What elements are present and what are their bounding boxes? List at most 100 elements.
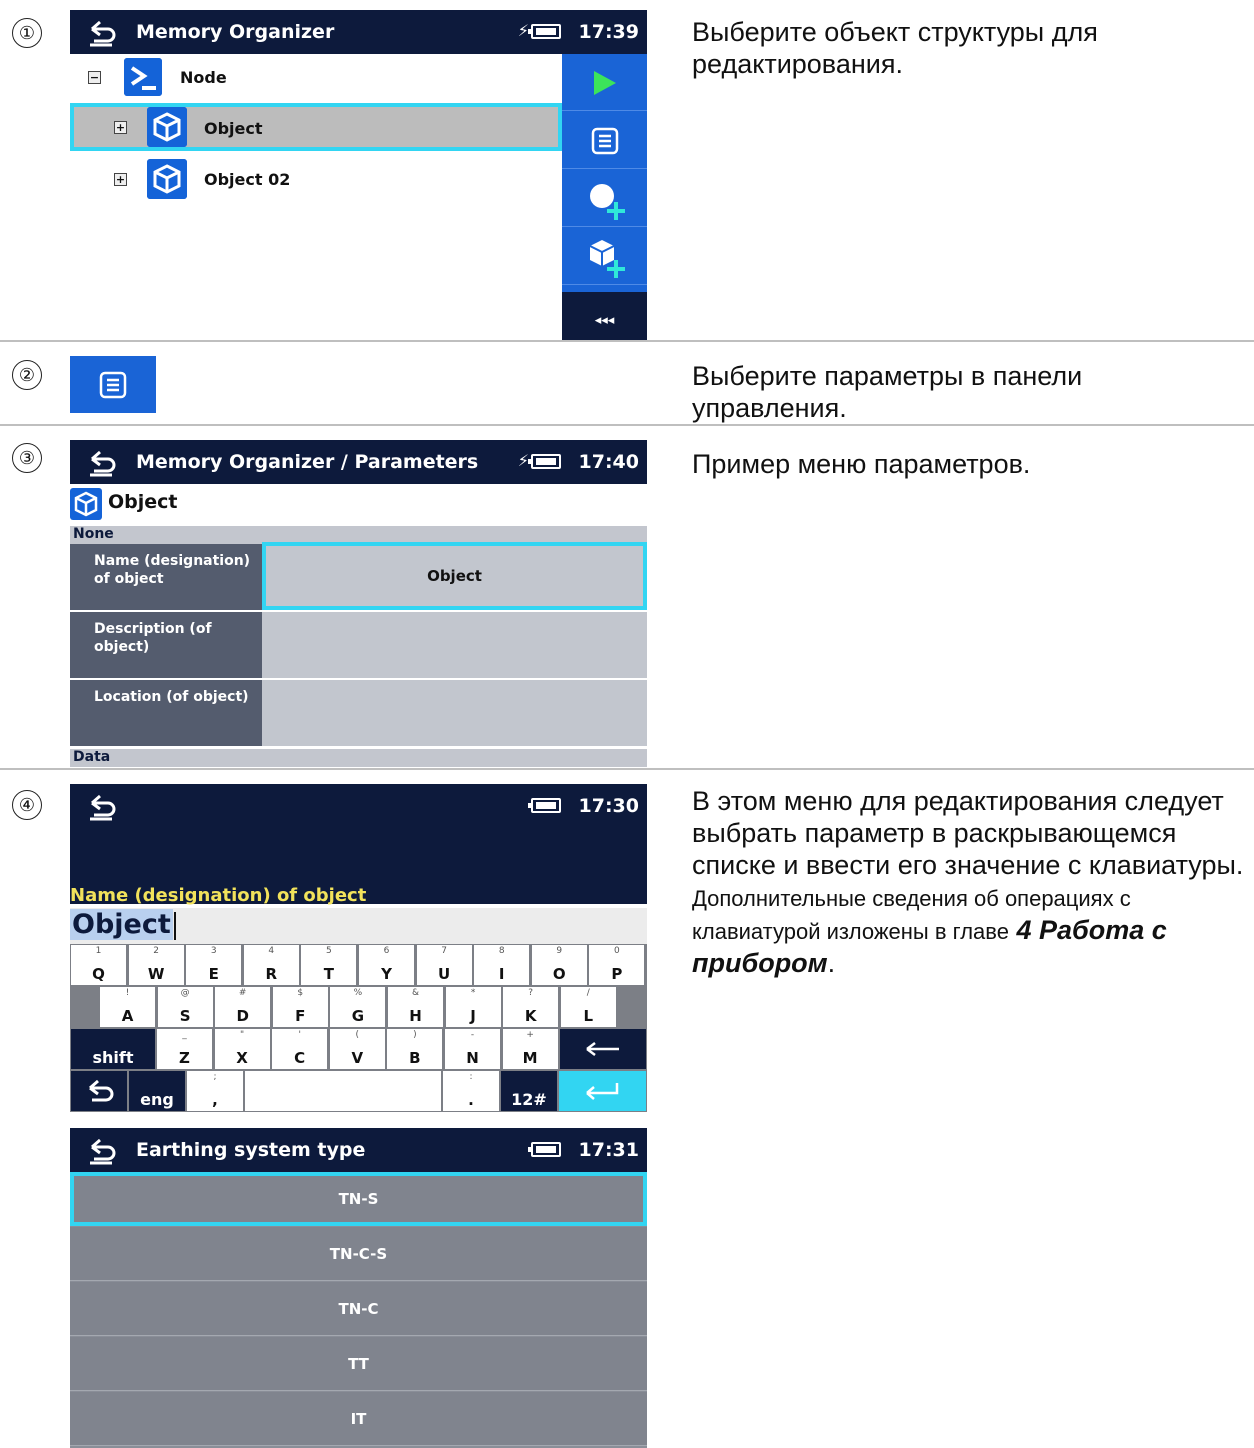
- key-e[interactable]: 3E: [186, 945, 242, 985]
- space-key[interactable]: [245, 1071, 441, 1111]
- language-key[interactable]: eng: [129, 1071, 185, 1111]
- tree-object[interactable]: + Object 02: [70, 155, 562, 203]
- clock: 17:40: [578, 451, 639, 473]
- expand-icon[interactable]: +: [114, 121, 127, 134]
- back-icon[interactable]: [84, 1133, 118, 1167]
- expand-icon[interactable]: +: [114, 173, 127, 186]
- tree-node[interactable]: − Node: [70, 54, 562, 102]
- key-o[interactable]: 9O: [531, 945, 587, 985]
- key-u[interactable]: 7U: [416, 945, 472, 985]
- key-d[interactable]: # D: [215, 987, 271, 1027]
- start-button[interactable]: [562, 54, 647, 111]
- enter-key[interactable]: [559, 1071, 646, 1111]
- step-description: В этом меню для редактирования следует в…: [692, 786, 1244, 978]
- clock: 17:31: [578, 1139, 639, 1161]
- step-description: Пример меню параметров.: [692, 449, 1031, 479]
- option[interactable]: TT: [70, 1337, 647, 1391]
- back-icon[interactable]: [84, 445, 118, 479]
- key-v[interactable]: (V: [329, 1029, 385, 1069]
- back-icon[interactable]: [84, 15, 118, 49]
- backspace-key[interactable]: [560, 1029, 646, 1069]
- key-l[interactable]: / L: [560, 987, 616, 1027]
- desc-main: В этом меню для редактирования следует в…: [692, 786, 1244, 880]
- key-m[interactable]: + M: [502, 1029, 558, 1069]
- key-i[interactable]: 8I: [474, 945, 530, 985]
- step-number: ①: [12, 18, 42, 48]
- backspace-icon: [586, 1042, 619, 1056]
- key-y[interactable]: 6Y: [359, 945, 414, 985]
- structure-tree: − Node + Object + Object 02: [70, 54, 562, 340]
- key-z[interactable]: _ Z: [157, 1029, 212, 1069]
- param-label: Name (designation) of object: [70, 544, 262, 610]
- screen-title: Memory Organizer / Parameters: [136, 451, 479, 473]
- separator: [0, 424, 1254, 426]
- option[interactable]: TN-C: [70, 1282, 647, 1336]
- play-icon: [594, 71, 616, 95]
- tree-label: Object: [204, 119, 263, 138]
- battery-icon: [528, 454, 561, 469]
- memory-organizer-screen: Memory Organizer ⚡ 17:39 − Node + Object…: [70, 10, 647, 340]
- add-object-button[interactable]: [562, 228, 647, 285]
- parameters-screen: Memory Organizer / Parameters ⚡ 17:40 Ob…: [70, 440, 647, 768]
- object-icon: [147, 107, 187, 147]
- keyboard-screen: 17:30 Name (designation) of object Objec…: [70, 784, 647, 1112]
- clock: 17:39: [578, 21, 639, 43]
- list-icon: [99, 371, 127, 399]
- param-value-selected[interactable]: Object: [262, 542, 647, 610]
- title-bar: 17:30: [70, 784, 647, 828]
- tree-label: Object 02: [204, 170, 291, 189]
- key-period[interactable]: :.: [443, 1071, 499, 1111]
- key-f[interactable]: $ F: [272, 987, 328, 1027]
- key-b[interactable]: ) B: [387, 1029, 443, 1069]
- option[interactable]: TN-C-S: [70, 1227, 647, 1281]
- param-value[interactable]: [262, 680, 647, 746]
- control-panel: ◂◂◂: [562, 54, 647, 340]
- on-screen-keyboard: 1 Q 2 W 3 E 4 R 5 T 6 Y 7 U 8 I 9 O 0 P ! A @ S # D $ F% G & H * J? K / L sh…: [70, 944, 647, 1112]
- key-r[interactable]: 4R: [243, 945, 299, 985]
- parameters-body: Object None Name (designation) of object…: [70, 484, 647, 768]
- object-icon: [70, 488, 102, 520]
- param-value[interactable]: [262, 612, 647, 678]
- key-n[interactable]: -N: [445, 1029, 500, 1069]
- key-a[interactable]: ! A: [100, 987, 155, 1027]
- parameters-button[interactable]: [70, 356, 156, 413]
- list-icon: [591, 127, 619, 155]
- key-c[interactable]: ' C: [272, 1029, 328, 1069]
- shift-key[interactable]: shift: [71, 1029, 155, 1069]
- exit-keyboard-key[interactable]: [71, 1071, 127, 1111]
- key-j[interactable]: * J: [445, 987, 501, 1027]
- tree-object-selected[interactable]: + Object: [70, 103, 562, 151]
- key-h[interactable]: & H: [388, 987, 443, 1027]
- clock: 17:30: [578, 795, 639, 817]
- text-caret: [174, 912, 176, 940]
- parameters-button[interactable]: [562, 112, 647, 169]
- key-w[interactable]: 2W: [128, 945, 184, 985]
- back-icon[interactable]: [84, 789, 118, 823]
- object-header: Object: [70, 484, 647, 524]
- title-bar: Earthing system type 17:31: [70, 1128, 647, 1172]
- key-x[interactable]: " X: [214, 1029, 270, 1069]
- option[interactable]: IT: [70, 1392, 647, 1446]
- key-k[interactable]: ? K: [503, 987, 559, 1027]
- screen-title: Memory Organizer: [136, 21, 335, 43]
- text-input[interactable]: Object: [70, 908, 647, 944]
- key-p[interactable]: 0P: [589, 945, 645, 985]
- option-selected[interactable]: TN-S: [70, 1172, 647, 1226]
- add-node-button[interactable]: [562, 170, 647, 227]
- title-bar: Memory Organizer ⚡ 17:39: [70, 10, 647, 54]
- screen-title: Earthing system type: [136, 1139, 366, 1161]
- separator: [0, 340, 1254, 342]
- step-number: ②: [12, 360, 42, 390]
- key-t[interactable]: 5T: [301, 945, 357, 985]
- collapse-icon[interactable]: −: [88, 71, 101, 84]
- separator: [0, 768, 1254, 770]
- key-q[interactable]: 1Q: [71, 945, 126, 985]
- key-g[interactable]: % G: [330, 987, 386, 1027]
- key-s[interactable]: @ S: [157, 987, 213, 1027]
- collapse-panel-button[interactable]: ◂◂◂: [562, 292, 647, 340]
- field-label: Name (designation) of object: [70, 885, 367, 906]
- numeric-toggle-key[interactable]: 12#: [501, 1071, 557, 1111]
- node-icon: [124, 58, 162, 96]
- key-comma[interactable]: ;,: [187, 1071, 243, 1111]
- param-label: Location (of object): [70, 680, 262, 746]
